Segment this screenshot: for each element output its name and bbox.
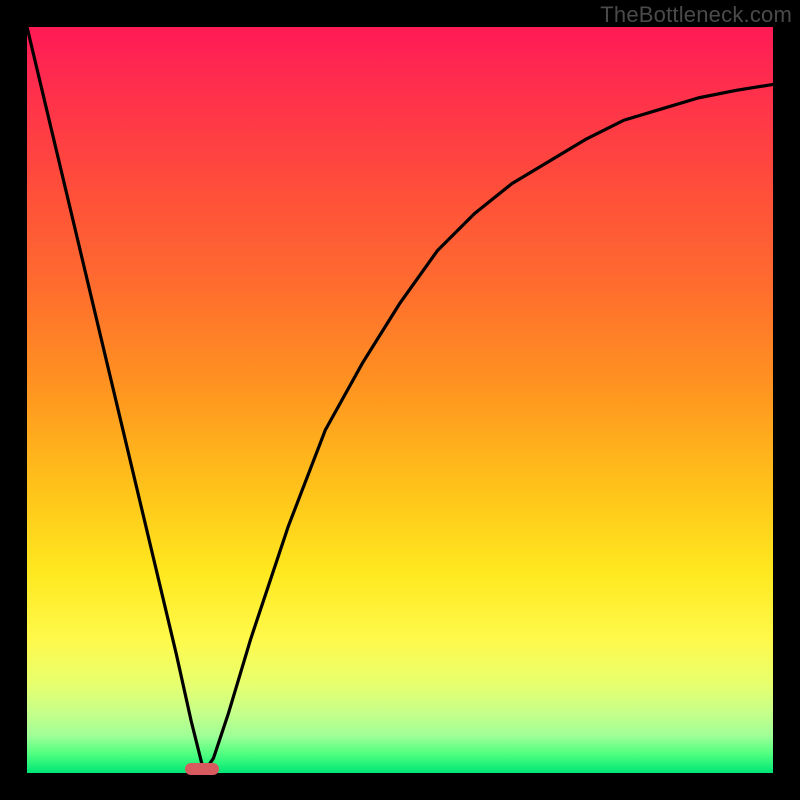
bottleneck-curve	[27, 27, 773, 773]
curve-path	[27, 27, 773, 769]
chart-plot-area	[27, 27, 773, 773]
minimum-marker-pill	[185, 763, 219, 775]
watermark-text: TheBottleneck.com	[600, 2, 792, 28]
